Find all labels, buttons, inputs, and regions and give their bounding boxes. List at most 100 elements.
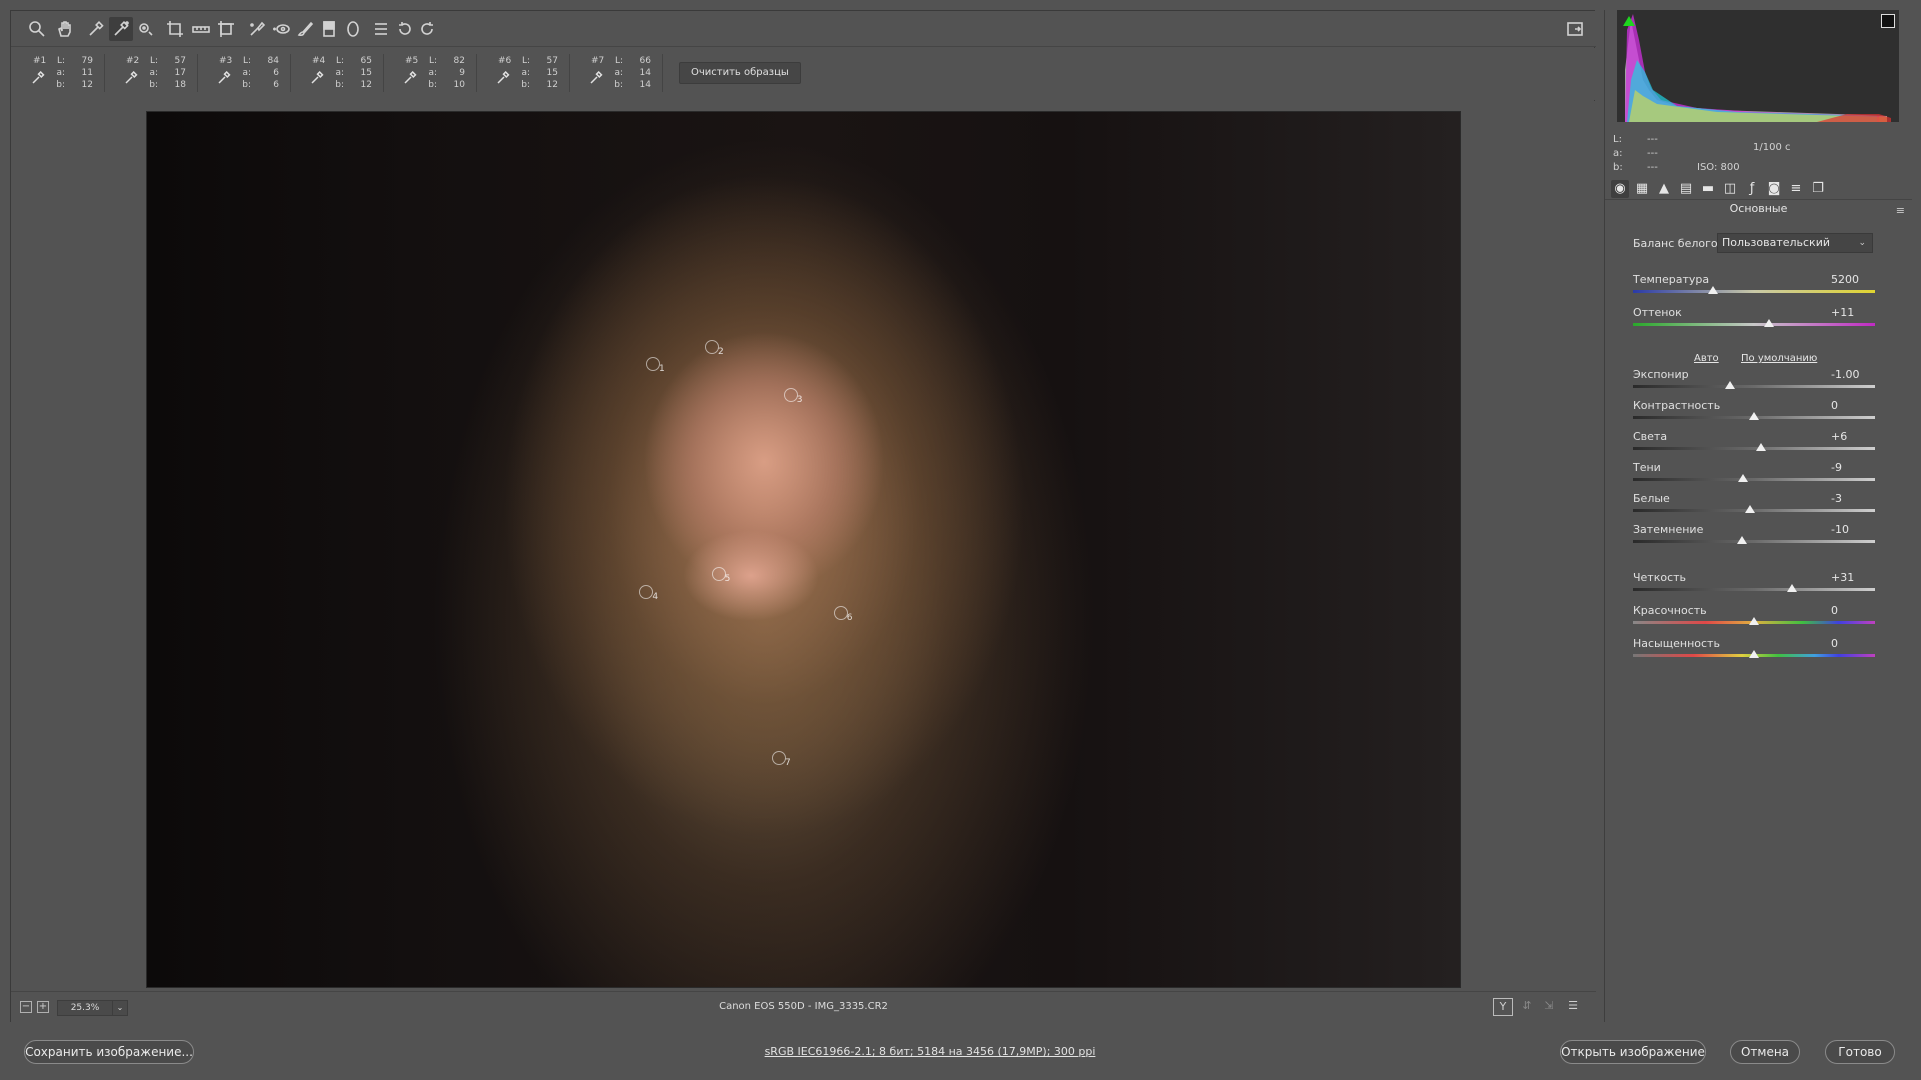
slider-clarity[interactable]: Четкость +31 bbox=[1633, 571, 1878, 597]
slider-temperature[interactable]: Температура 5200 bbox=[1633, 273, 1878, 299]
highlight-clipping-warning-icon[interactable] bbox=[1881, 14, 1895, 28]
slider-value-field[interactable]: 5200 bbox=[1831, 273, 1871, 286]
tab-basic-icon[interactable]: ◉ bbox=[1611, 180, 1629, 198]
open-image-button[interactable]: Открыть изображение bbox=[1560, 1040, 1706, 1064]
zoom-tool-icon[interactable] bbox=[25, 17, 49, 41]
slider-thumb[interactable] bbox=[1749, 650, 1759, 658]
slider-value-field[interactable]: -10 bbox=[1831, 523, 1871, 536]
slider-track[interactable] bbox=[1633, 385, 1875, 388]
rotate-left-icon[interactable] bbox=[393, 17, 417, 41]
graduated-filter-icon[interactable] bbox=[317, 17, 341, 41]
sampler-eyedropper-icon[interactable] bbox=[589, 70, 603, 85]
tab-detail-icon[interactable]: ▲ bbox=[1655, 180, 1673, 198]
sampler-marker[interactable]: 5 bbox=[711, 567, 730, 584]
panel-tabs: ◉ ▦ ▲ ▤ ▬ ◫ ƒ ◙ ≡ ❐ bbox=[1605, 178, 1912, 200]
before-after-view-button[interactable]: Y bbox=[1493, 998, 1513, 1016]
slider-value-field[interactable]: -3 bbox=[1831, 492, 1871, 505]
sampler-a-label: a: bbox=[614, 68, 623, 78]
slider-value-field[interactable]: +6 bbox=[1831, 430, 1871, 443]
white-balance-select[interactable]: Пользовательский ⌄ bbox=[1717, 233, 1873, 253]
fullscreen-toggle-icon[interactable] bbox=[1563, 17, 1587, 41]
sampler-marker[interactable]: 1 bbox=[645, 357, 665, 374]
slider-saturation[interactable]: Насыщенность 0 bbox=[1633, 637, 1878, 663]
done-button[interactable]: Готово bbox=[1825, 1040, 1895, 1064]
slider-thumb[interactable] bbox=[1763, 319, 1774, 327]
slider-vibrance[interactable]: Красочность 0 bbox=[1633, 604, 1878, 630]
slider-value-field[interactable]: -9 bbox=[1831, 461, 1871, 474]
default-link[interactable]: По умолчанию bbox=[1741, 353, 1817, 364]
auto-link[interactable]: Авто bbox=[1694, 353, 1719, 364]
slider-track[interactable] bbox=[1633, 290, 1875, 293]
sampler-marker[interactable]: 7 bbox=[771, 750, 791, 768]
rotate-right-icon[interactable] bbox=[415, 17, 439, 41]
slider-thumb[interactable] bbox=[1749, 617, 1759, 625]
slider-value-field[interactable]: 0 bbox=[1831, 637, 1871, 650]
slider-contrast[interactable]: Контрастность 0 bbox=[1633, 399, 1878, 425]
slider-track[interactable] bbox=[1633, 447, 1875, 450]
sampler-eyedropper-icon[interactable] bbox=[403, 70, 417, 85]
slider-thumb[interactable] bbox=[1738, 474, 1749, 482]
slider-tint[interactable]: Оттенок +11 bbox=[1633, 306, 1878, 332]
sampler-eyedropper-icon[interactable] bbox=[124, 70, 138, 85]
slider-label: Контрастность bbox=[1633, 399, 1721, 412]
radial-filter-icon[interactable] bbox=[341, 17, 365, 41]
panel-menu-icon[interactable]: ≡ bbox=[1896, 204, 1905, 217]
tab-hsl-icon[interactable]: ▤ bbox=[1677, 180, 1695, 198]
tab-snapshots-icon[interactable]: ❐ bbox=[1809, 180, 1827, 198]
copy-settings-icon[interactable]: ⇲ bbox=[1539, 998, 1559, 1016]
slider-thumb[interactable] bbox=[1756, 443, 1767, 451]
white-balance-tool-icon[interactable] bbox=[84, 17, 108, 41]
tab-camera-calibration-icon[interactable]: ◙ bbox=[1765, 180, 1783, 198]
clear-samplers-button[interactable]: Очистить образцы bbox=[679, 62, 801, 84]
slider-value-field[interactable]: +31 bbox=[1831, 571, 1871, 584]
slider-thumb[interactable] bbox=[1786, 584, 1797, 592]
tab-tone-curve-icon[interactable]: ▦ bbox=[1633, 180, 1651, 198]
red-eye-tool-icon[interactable] bbox=[269, 17, 293, 41]
sampler-marker[interactable]: 2 bbox=[705, 339, 724, 357]
slider-thumb[interactable] bbox=[1749, 412, 1759, 420]
spot-removal-tool-icon[interactable] bbox=[245, 17, 269, 41]
shadow-clipping-warning-icon[interactable] bbox=[1623, 16, 1635, 26]
transform-tool-icon[interactable] bbox=[214, 17, 238, 41]
slider-thumb[interactable] bbox=[1724, 381, 1735, 389]
slider-thumb[interactable] bbox=[1745, 505, 1756, 513]
hand-tool-icon[interactable] bbox=[53, 17, 77, 41]
tab-presets-icon[interactable]: ≡ bbox=[1787, 180, 1805, 198]
slider-thumb[interactable] bbox=[1736, 536, 1747, 544]
preview-photo[interactable]: 1 2 3 4 5 6 7 bbox=[146, 111, 1461, 988]
slider-value-field[interactable]: 0 bbox=[1831, 399, 1871, 412]
sampler-eyedropper-icon[interactable] bbox=[496, 70, 510, 85]
toggle-settings-icon[interactable]: ☰ bbox=[1563, 998, 1583, 1016]
slider-exposure[interactable]: Экспонир -1.00 bbox=[1633, 368, 1878, 394]
tab-effects-icon[interactable]: ƒ bbox=[1743, 180, 1761, 198]
preferences-icon[interactable] bbox=[369, 17, 393, 41]
sampler-marker[interactable]: 3 bbox=[783, 387, 803, 405]
slider-blacks[interactable]: Затемнение -10 bbox=[1633, 523, 1878, 549]
slider-track[interactable] bbox=[1633, 540, 1875, 543]
sampler-eyedropper-icon[interactable] bbox=[217, 70, 231, 85]
slider-value-field[interactable]: +11 bbox=[1831, 306, 1871, 319]
sampler-eyedropper-icon[interactable] bbox=[310, 70, 324, 85]
targeted-adjustment-tool-icon[interactable] bbox=[133, 17, 157, 41]
color-sampler-tool-icon[interactable] bbox=[109, 17, 133, 41]
slider-thumb[interactable] bbox=[1707, 286, 1718, 294]
slider-track[interactable] bbox=[1633, 588, 1875, 591]
slider-track[interactable] bbox=[1633, 323, 1875, 326]
tab-lens-corrections-icon[interactable]: ◫ bbox=[1721, 180, 1739, 198]
slider-value-field[interactable]: -1.00 bbox=[1831, 368, 1871, 381]
slider-shadows[interactable]: Тени -9 bbox=[1633, 461, 1878, 487]
adjustment-brush-icon[interactable] bbox=[293, 17, 317, 41]
sampler-number: #4 bbox=[312, 56, 326, 66]
crop-tool-icon[interactable] bbox=[163, 17, 187, 41]
sampler-marker[interactable]: 4 bbox=[639, 584, 658, 602]
slider-whites[interactable]: Белые -3 bbox=[1633, 492, 1878, 518]
straighten-tool-icon[interactable] bbox=[189, 17, 213, 41]
sampler-marker[interactable]: 6 bbox=[833, 606, 852, 623]
sampler-eyedropper-icon[interactable] bbox=[31, 70, 45, 85]
slider-highlights[interactable]: Света +6 bbox=[1633, 430, 1878, 456]
cancel-button[interactable]: Отмена bbox=[1730, 1040, 1800, 1064]
tab-split-toning-icon[interactable]: ▬ bbox=[1699, 180, 1717, 198]
slider-value-field[interactable]: 0 bbox=[1831, 604, 1871, 617]
slider-track[interactable] bbox=[1633, 478, 1875, 481]
swap-before-after-icon[interactable]: ⇵ bbox=[1517, 998, 1537, 1016]
